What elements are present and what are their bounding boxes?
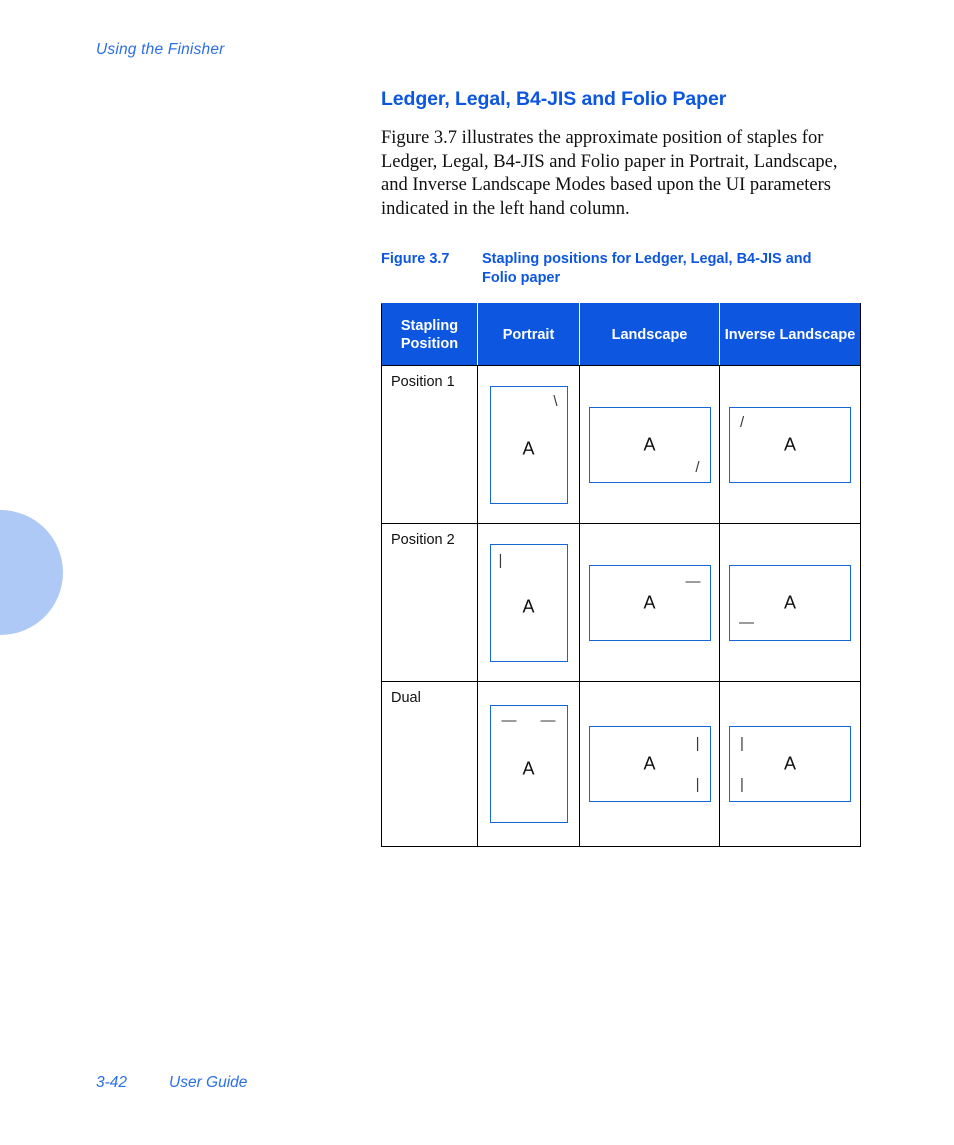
- footer-page-number: 3-42: [96, 1074, 128, 1091]
- page-letter: A: [643, 753, 656, 774]
- figure-number: Figure 3.7: [381, 251, 450, 267]
- cell-position-label: Position 1: [381, 365, 478, 524]
- landscape-page-diagram: A /: [588, 406, 711, 483]
- staple-mark-dual-bar-bottom-left: |: [740, 776, 744, 793]
- staple-mark-dual-dash-top-left: —: [501, 712, 517, 729]
- figure-caption: Figure 3.7 Stapling positions for Ledger…: [381, 250, 863, 288]
- inverse-landscape-page-diagram: A —: [729, 564, 851, 641]
- cell-position-label: Dual: [381, 681, 478, 847]
- table-row: Position 1 \ A A / / A: [381, 365, 861, 524]
- cell-portrait-diagram: — — A: [477, 681, 580, 847]
- page-letter: A: [783, 753, 796, 774]
- cell-portrait-diagram: \ A: [477, 365, 580, 524]
- cell-inverse-landscape-diagram: / A: [719, 365, 861, 524]
- table-header-row: Stapling Position Portrait Landscape Inv…: [381, 303, 861, 366]
- intro-paragraph: Figure 3.7 illustrates the approximate p…: [381, 128, 838, 219]
- page-letter: A: [522, 596, 535, 617]
- inverse-landscape-page-diagram: / A: [729, 406, 851, 483]
- column-header-stapling-position: Stapling Position: [381, 303, 478, 366]
- landscape-page-diagram: | A |: [588, 726, 711, 802]
- table-row: Dual — — A | A | | A |: [381, 681, 861, 847]
- position-label: Position 1: [391, 374, 455, 390]
- staple-mark-dual-dash-top-right: —: [540, 712, 556, 729]
- staple-mark-slash-bottom-right: /: [695, 458, 700, 476]
- inverse-landscape-page-diagram: | A |: [729, 726, 851, 802]
- staple-mark-dual-bar-top-right: |: [695, 735, 700, 752]
- column-header-landscape: Landscape: [579, 303, 720, 366]
- running-header: Using the Finisher: [96, 41, 225, 58]
- page-letter: A: [522, 438, 535, 459]
- position-label: Dual: [391, 690, 421, 706]
- footer-document-title: User Guide: [169, 1074, 248, 1091]
- staple-mark-dual-bar-top-left: |: [740, 735, 744, 752]
- decorative-margin-circle: [0, 510, 63, 635]
- page-letter: A: [783, 434, 796, 454]
- column-header-portrait: Portrait: [477, 303, 580, 366]
- stapling-positions-table: Stapling Position Portrait Landscape Inv…: [381, 303, 861, 847]
- staple-mark-dash-bottom-left: —: [739, 613, 754, 631]
- page-letter: A: [643, 592, 656, 612]
- cell-landscape-diagram: A /: [579, 365, 720, 524]
- staple-mark-slash-top-left: /: [740, 413, 745, 431]
- page-title: Ledger, Legal, B4-JIS and Folio Paper: [381, 88, 727, 110]
- figure-caption-text: Stapling positions for Ledger, Legal, B4…: [482, 251, 812, 286]
- staple-mark-dual-bar-bottom-right: |: [695, 776, 700, 793]
- cell-landscape-diagram: | A |: [579, 681, 720, 847]
- cell-inverse-landscape-diagram: | A |: [719, 681, 861, 847]
- portrait-page-diagram: | A: [489, 543, 568, 662]
- table-row: Position 2 | A — A A —: [381, 523, 861, 682]
- portrait-page-diagram: \ A: [489, 385, 568, 504]
- staple-mark-bar-top-left: |: [498, 551, 503, 569]
- content-column: Ledger, Legal, B4-JIS and Folio Paper Fi…: [381, 88, 863, 847]
- landscape-page-diagram: — A: [588, 564, 711, 641]
- staple-mark-backslash-top-right: \: [553, 392, 558, 410]
- column-header-inverse-landscape: Inverse Landscape: [719, 303, 861, 366]
- page-letter: A: [643, 434, 656, 454]
- cell-position-label: Position 2: [381, 523, 478, 682]
- page-footer: 3-42 User Guide: [96, 1074, 247, 1092]
- cell-portrait-diagram: | A: [477, 523, 580, 682]
- portrait-page-diagram: — — A: [489, 705, 568, 823]
- cell-inverse-landscape-diagram: A —: [719, 523, 861, 682]
- cell-landscape-diagram: — A: [579, 523, 720, 682]
- page-letter: A: [522, 758, 535, 779]
- page-letter: A: [783, 592, 796, 612]
- staple-mark-dash-top-right: —: [685, 572, 701, 590]
- position-label: Position 2: [391, 532, 455, 548]
